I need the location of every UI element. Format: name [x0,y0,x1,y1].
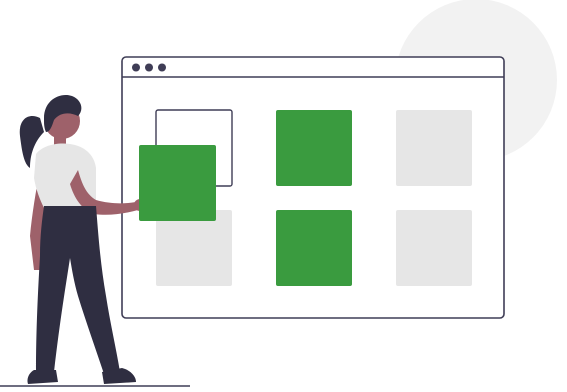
person-pants [36,206,120,374]
window-dot [132,63,140,72]
dragged-green-tile[interactable] [139,145,216,221]
illustration-svg [0,0,557,387]
tile-placeholder[interactable] [396,210,472,286]
window-dot [145,63,153,72]
illustration-scene [0,0,567,392]
tile-placeholder[interactable] [156,210,232,286]
window-dot [158,63,166,72]
tile-green[interactable] [276,110,352,186]
tile-placeholder[interactable] [396,110,472,186]
tile-green[interactable] [276,210,352,286]
three-dots-icon [132,63,166,72]
person-shoe-left [27,370,58,384]
